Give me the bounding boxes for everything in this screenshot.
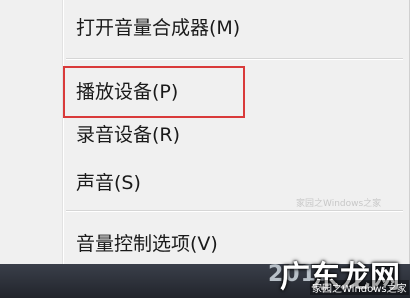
menu-item-recording-devices[interactable]: 录音设备(R) [76, 115, 180, 155]
menu-separator [66, 210, 403, 212]
menu-icon-gutter [62, 0, 64, 264]
menu-item-volume-options[interactable]: 音量控制选项(V) [76, 224, 218, 264]
menu-separator [66, 58, 403, 60]
watermark-text: 家园之Windows之家 [296, 199, 382, 209]
menu-item-volume-mixer[interactable]: 打开音量合成器(M) [76, 8, 240, 48]
menu-item-sounds[interactable]: 声音(S) [76, 163, 141, 203]
watermark-subtext: 家园之Windows之家 [310, 280, 409, 295]
highlight-box [63, 66, 245, 118]
